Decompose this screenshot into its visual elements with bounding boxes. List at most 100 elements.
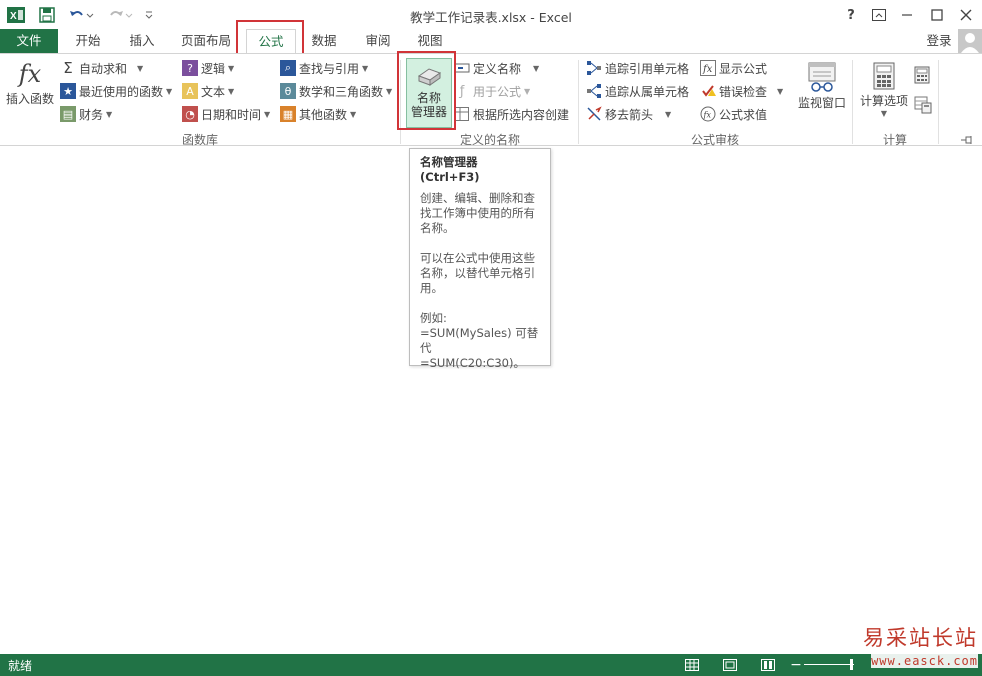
text-function-button[interactable]: A 文本 ▼ [182, 81, 234, 101]
page-layout-view-icon[interactable] [722, 657, 738, 673]
insert-function-button[interactable]: fx 插入函数 [4, 58, 56, 118]
evaluate-formula-button[interactable]: fx 公式求值 [700, 104, 767, 124]
financial-button[interactable]: ▤ 财务 ▼ [60, 104, 112, 124]
name-manager-button[interactable]: 名称 管理器 [406, 58, 452, 128]
svg-text:fx: fx [702, 64, 713, 75]
tab-page-layout[interactable]: 页面布局 [178, 29, 234, 53]
tab-view[interactable]: 视图 [412, 29, 448, 53]
chevron-down-icon: ▼ [228, 86, 235, 96]
insert-function-label: 插入函数 [5, 92, 54, 106]
logical-label: 逻辑 [201, 61, 226, 76]
trace-dependents-button[interactable]: 追踪从属单元格 [586, 81, 689, 101]
financial-label: 财务 [79, 107, 104, 122]
zoom-slider-thumb[interactable] [850, 659, 853, 670]
group-label-function-library: 函数库 [181, 133, 218, 147]
lookup-reference-button[interactable]: ⌕ 查找与引用 ▼ [280, 58, 368, 78]
tab-insert[interactable]: 插入 [124, 29, 160, 53]
datetime-label: 日期和时间 [201, 107, 262, 122]
chevron-down-icon: ▼ [350, 109, 357, 119]
recent-label: 最近使用的函数 [79, 84, 164, 99]
help-button[interactable]: ? [840, 4, 862, 26]
show-formulas-icon: fx [700, 60, 716, 76]
ribbon-display-options-icon[interactable] [868, 4, 890, 26]
avatar-icon[interactable] [958, 29, 982, 53]
close-icon[interactable] [955, 4, 977, 26]
fx-icon: fx [18, 60, 42, 88]
signin-link[interactable]: 登录 [922, 29, 956, 53]
page-break-view-icon[interactable] [760, 657, 776, 673]
theta-icon: θ [280, 83, 296, 99]
show-formulas-button[interactable]: fx 显示公式 [700, 58, 767, 78]
trace-dependents-label: 追踪从属单元格 [605, 84, 690, 99]
watch-window-icon [796, 60, 848, 94]
chevron-down-icon: ▼ [665, 109, 672, 119]
chevron-down-icon: ▼ [880, 109, 888, 118]
error-checking-button[interactable]: 错误检查 ▼ [700, 81, 783, 101]
group-separator [938, 60, 939, 144]
calculate-sheet-icon[interactable] [914, 96, 932, 114]
more-functions-icon: ▦ [280, 106, 296, 122]
group-label-calculation: 计算 [882, 133, 907, 147]
tab-data[interactable]: 数据 [306, 29, 342, 53]
show-formulas-label: 显示公式 [719, 61, 768, 76]
status-text: 就绪 [8, 659, 33, 673]
name-manager-tooltip: 名称管理器 (Ctrl+F3) 创建、编辑、删除和查找工作簿中使用的所有名称。 … [409, 148, 551, 370]
tab-review[interactable]: 审阅 [360, 29, 396, 53]
define-name-label: 定义名称 [473, 61, 522, 76]
text-label: 文本 [201, 84, 226, 99]
autosum-button[interactable]: Σ 自动求和 ▼ [60, 58, 143, 78]
create-from-selection-label: 根据所选内容创建 [473, 107, 570, 122]
tooltip-example-line1: =SUM(MySales) 可替代 [420, 326, 539, 355]
chevron-down-icon: ▼ [533, 63, 540, 73]
sigma-icon: Σ [63, 59, 73, 77]
minimize-icon[interactable] [896, 4, 918, 26]
define-name-button[interactable]: 定义名称 ▼ [454, 58, 539, 78]
calculation-options-button[interactable]: 计算选项 ▼ [856, 60, 912, 122]
svg-text:fx: fx [703, 111, 712, 120]
maximize-icon[interactable] [926, 4, 948, 26]
use-in-formula-label: 用于公式 [473, 84, 522, 99]
trace-precedents-icon [586, 60, 602, 76]
logical-button[interactable]: ? 逻辑 ▼ [182, 58, 234, 78]
financial-icon: ▤ [60, 106, 76, 122]
math-label: 数学和三角函数 [299, 84, 384, 99]
pin-ribbon-icon[interactable] [960, 134, 974, 144]
more-functions-label: 其他函数 [299, 107, 348, 122]
calculate-now-icon[interactable] [914, 66, 932, 84]
math-trig-button[interactable]: θ 数学和三角函数 ▼ [280, 81, 392, 101]
normal-view-icon[interactable] [684, 657, 700, 673]
name-manager-label-2: 管理器 [410, 105, 447, 119]
tab-file[interactable]: 文件 [0, 29, 58, 53]
tab-formulas[interactable]: 公式 [246, 29, 296, 53]
group-label-formula-auditing: 公式审核 [690, 133, 739, 147]
watermark-url: www.easck.com [871, 654, 978, 668]
chevron-down-icon: ▼ [386, 86, 393, 96]
remove-arrows-button[interactable]: 移去箭头 ▼ [586, 104, 671, 124]
zoom-slider[interactable] [804, 664, 854, 665]
chevron-down-icon: ▼ [106, 109, 113, 119]
ribbon-tab-bar: 文件 开始 插入 页面布局 公式 数据 审阅 视图 登录 [0, 29, 982, 53]
more-functions-button[interactable]: ▦ 其他函数 ▼ [280, 104, 356, 124]
datetime-button[interactable]: ◔ 日期和时间 ▼ [182, 104, 270, 124]
evaluate-formula-icon: fx [700, 106, 716, 122]
name-manager-label-1: 名称 [416, 91, 441, 105]
trace-dependents-icon [586, 83, 602, 99]
tab-home[interactable]: 开始 [70, 29, 106, 53]
trace-precedents-button[interactable]: 追踪引用单元格 [586, 58, 689, 78]
chevron-down-icon: ▼ [166, 86, 173, 96]
name-manager-icon [407, 59, 451, 91]
zoom-out-icon[interactable]: − [788, 657, 804, 673]
chevron-down-icon: ▼ [777, 86, 784, 96]
tooltip-example-line2: =SUM(C20:C30)。 [420, 356, 525, 370]
use-in-formula-icon: ƒ [459, 83, 465, 99]
watch-window-button[interactable]: 监视窗口 [796, 60, 848, 122]
watermark-text: 易采站长站 [863, 626, 978, 650]
magnifier-icon: ⌕ [280, 60, 296, 76]
remove-arrows-icon [586, 106, 602, 122]
create-from-selection-button[interactable]: 根据所选内容创建 [454, 104, 569, 124]
text-a-icon: A [182, 83, 198, 99]
use-in-formula-button[interactable]: ƒ 用于公式 ▼ [454, 81, 530, 101]
chevron-down-icon: ▼ [137, 63, 144, 73]
recently-used-button[interactable]: ★ 最近使用的函数 ▼ [60, 81, 172, 101]
chevron-down-icon: ▼ [362, 63, 369, 73]
